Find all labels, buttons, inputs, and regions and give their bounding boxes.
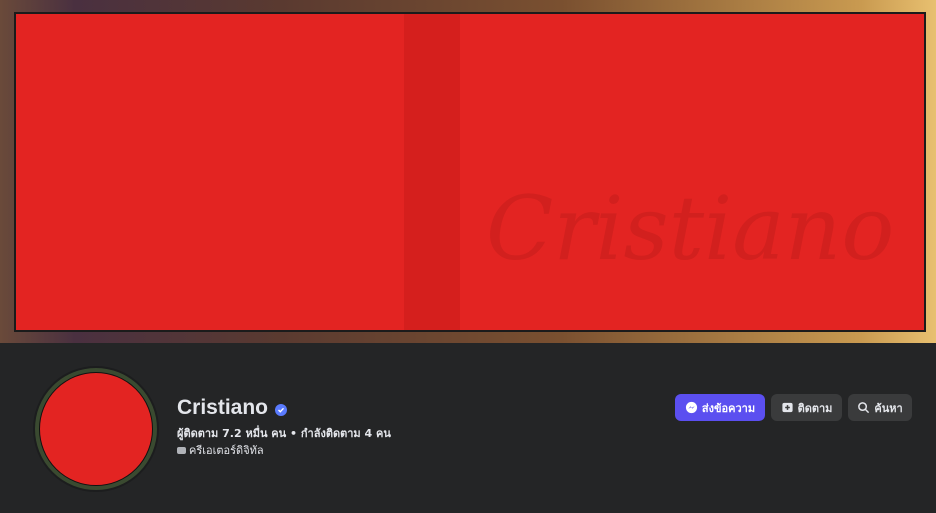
follow-button-label: ติดตาม — [797, 401, 833, 415]
message-button[interactable]: ส่งข้อความ — [675, 394, 765, 421]
profile-category: ครีเอเตอร์ดิจิทัล — [177, 441, 264, 459]
cover-tree-shape — [404, 14, 460, 330]
cover-photo[interactable]: Cristiano — [0, 0, 936, 343]
search-icon — [857, 401, 870, 414]
search-button-label: ค้นหา — [874, 401, 903, 415]
avatar-image — [39, 372, 153, 486]
profile-name-row: Cristiano — [177, 394, 288, 422]
message-button-label: ส่งข้อความ — [701, 401, 756, 415]
search-button[interactable]: ค้นหา — [848, 394, 912, 421]
category-icon — [177, 446, 186, 454]
category-label: ครีเอเตอร์ดิจิทัล — [189, 444, 264, 457]
follow-icon — [781, 401, 794, 414]
cover-watermark-text: Cristiano — [486, 177, 895, 280]
messenger-icon — [685, 401, 698, 414]
cover-overlay: Cristiano — [14, 12, 926, 332]
profile-avatar[interactable] — [33, 366, 159, 492]
profile-name: Cristiano — [177, 396, 269, 419]
profile-stats[interactable]: ผู้ติดตาม 7.2 หมื่น คน • กำลังติดตาม 4 ค… — [177, 424, 391, 442]
verified-badge-icon[interactable] — [275, 404, 288, 416]
follow-button[interactable]: ติดตาม — [771, 394, 842, 421]
